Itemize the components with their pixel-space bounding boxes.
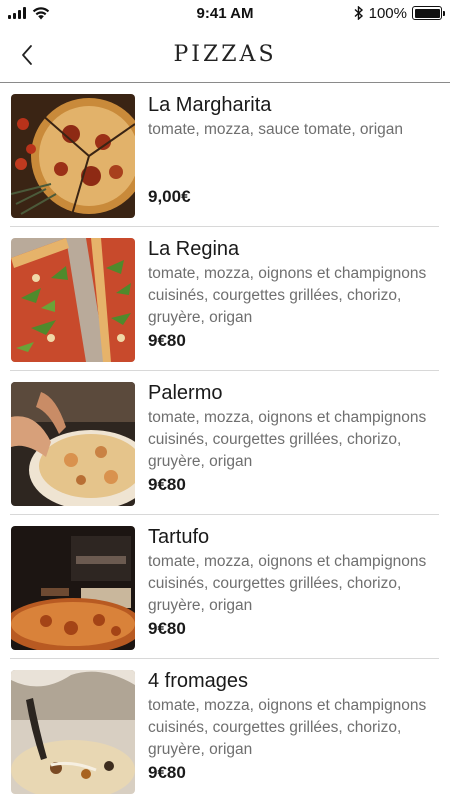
nav-bar: PIZZAS (0, 26, 450, 83)
pizza-price: 9€80 (148, 763, 186, 782)
pizza-list: La Margharita tomate, mozza, sauce tomat… (0, 83, 450, 800)
pizza-image-4-fromages (11, 670, 135, 794)
page-title: PIZZAS (173, 41, 277, 67)
pizza-name: La Margharita (148, 94, 272, 116)
pizza-price: 9,00€ (148, 187, 191, 206)
pizza-price: 9€80 (148, 475, 186, 494)
pizza-description: tomate, mozza, oignons et champignons cu… (148, 553, 427, 614)
cellular-signal-icon (8, 7, 26, 19)
pizza-price: 9€80 (148, 331, 186, 350)
back-button[interactable] (12, 40, 42, 70)
list-item-tartufo[interactable]: Tartufo tomate, mozza, oignons et champi… (10, 515, 439, 659)
list-item-palermo[interactable]: Palermo tomate, mozza, oignons et champi… (10, 371, 439, 515)
pizza-description: tomate, mozza, oignons et champignons cu… (148, 265, 427, 326)
pizza-name: Tartufo (148, 526, 210, 548)
pizza-image-regina (11, 238, 135, 362)
wifi-icon (32, 6, 50, 19)
pizza-description: tomate, mozza, oignons et champignons cu… (148, 697, 427, 758)
pizza-image-palermo (11, 382, 135, 506)
pizza-image-tartufo (11, 526, 135, 650)
battery-percent: 100% (368, 4, 407, 22)
list-item-la-regina[interactable]: La Regina tomate, mozza, oignons et cham… (10, 227, 439, 371)
pizza-description: tomate, mozza, sauce tomate, origan (148, 121, 404, 138)
status-bar: 9:41 AM 100% (0, 0, 450, 26)
status-left (8, 6, 128, 20)
pizza-description: tomate, mozza, oignons et champignons cu… (148, 409, 427, 470)
pizza-name: La Regina (148, 238, 240, 260)
status-time: 9:41 AM (196, 4, 254, 22)
pizza-image-margharita (11, 94, 135, 218)
list-item-4-fromages[interactable]: 4 fromages tomate, mozza, oignons et cha… (10, 659, 439, 800)
list-item-la-margharita[interactable]: La Margharita tomate, mozza, sauce tomat… (10, 83, 439, 227)
status-right: 100% (322, 4, 445, 22)
battery-icon (412, 6, 445, 20)
bluetooth-icon (354, 6, 363, 20)
pizza-price: 9€80 (148, 619, 186, 638)
chevron-left-icon (22, 45, 32, 65)
pizza-name: Palermo (148, 382, 223, 404)
pizza-name: 4 fromages (148, 670, 249, 692)
